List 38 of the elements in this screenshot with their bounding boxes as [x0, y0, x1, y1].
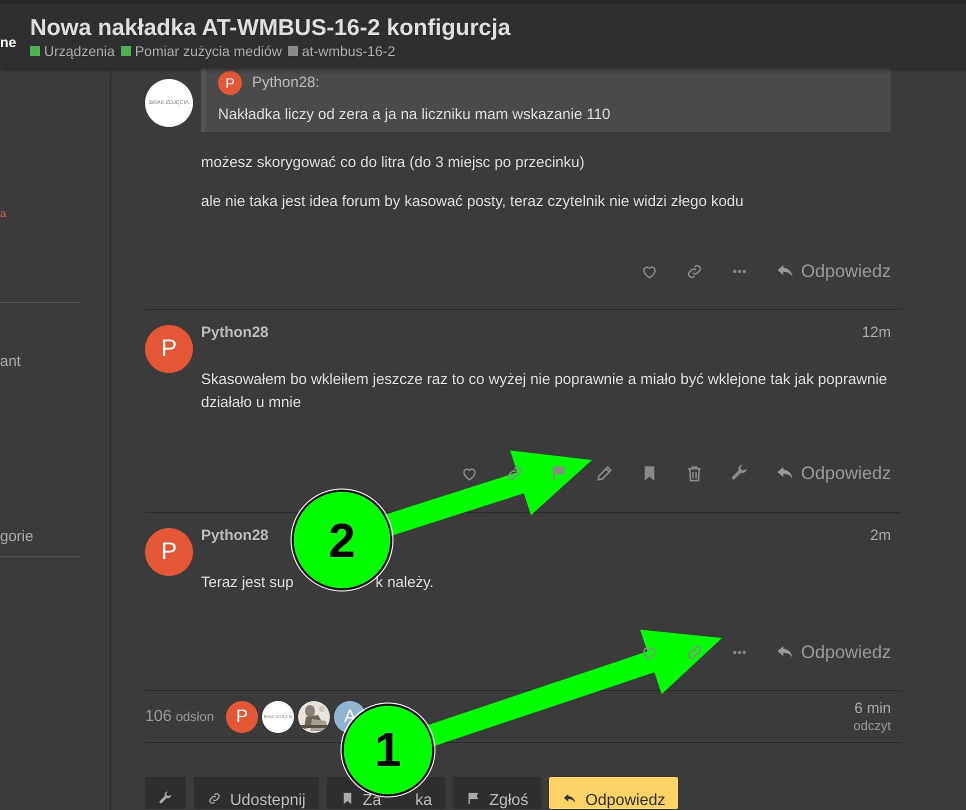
wrench-icon [158, 791, 173, 806]
category-link[interactable]: Pomiar zużycia mediów [134, 42, 282, 60]
sidebar-item[interactable]: ant [0, 351, 21, 374]
share-button[interactable]: Udostepnij [194, 777, 319, 809]
category-link[interactable]: Urządzenia [44, 42, 115, 60]
view-count: 106 [145, 706, 172, 726]
pencil-icon[interactable] [594, 464, 614, 482]
username[interactable]: Python28 [201, 322, 269, 344]
username[interactable]: Python28 [201, 524, 269, 548]
post-text: Skasowałem bo wkleiłem jeszcze raz to co wyżej nie poprawnie a miało być wklejone tak jak poprawnie działało u mnie [201, 370, 888, 413]
sidebar-item[interactable]: gorie [0, 526, 34, 548]
quote-author: Python28: [252, 72, 320, 93]
avatar[interactable]: P [226, 700, 258, 732]
reply-button[interactable]: Odpowiedz [774, 638, 891, 666]
wrench-icon[interactable] [730, 464, 749, 482]
sidebar-item[interactable]: a [0, 206, 6, 222]
link-icon [207, 791, 222, 806]
view-label: odsłon [176, 708, 214, 726]
quote-text: Nakładka liczy od zera a ja na liczniku mam wskazanie 110 [218, 105, 612, 125]
post-text: możesz skorygować co do litra (do 3 miejsc po przecinku) [201, 153, 586, 173]
reply-button[interactable]: Odpowiedz [774, 258, 891, 284]
reply-button[interactable]: Odpowiedz [774, 460, 891, 486]
post-time[interactable]: 12m [862, 322, 891, 344]
logo-text[interactable]: ne [0, 32, 16, 53]
reply-button[interactable]: Odpowiedz [549, 777, 678, 809]
post-text: Teraz jest sup [201, 573, 294, 593]
category-link[interactable]: at-wmbus-16-2 [302, 42, 396, 60]
read-label: odczyt [853, 718, 891, 734]
avatar[interactable]: P [145, 528, 193, 576]
post-text: k należy. [376, 573, 434, 593]
flag-button[interactable]: Zgłoś [453, 777, 542, 809]
avatar[interactable]: P [145, 325, 193, 373]
admin-button[interactable] [145, 777, 186, 809]
topic-title: Nowa nakładka AT-WMBUS-16-2 konfigurcja [30, 13, 511, 42]
avatar[interactable]: P [218, 71, 242, 95]
read-time: 6 min [854, 700, 891, 718]
post-text: ale nie taka jest idea forum by kasować posty, teraz czytelnik nie widzi złego kodu [201, 192, 744, 212]
post-time[interactable]: 2m [870, 524, 891, 548]
